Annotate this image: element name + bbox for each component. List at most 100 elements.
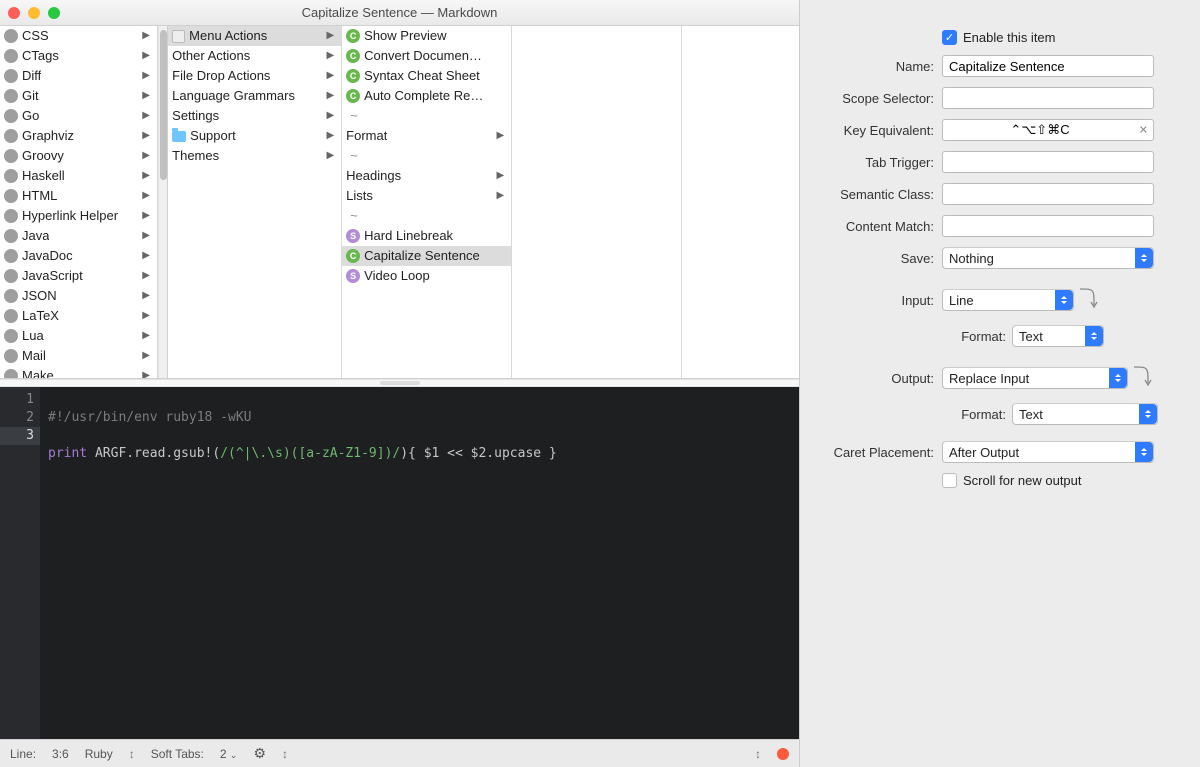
category-item[interactable]: Settings▶ [168,106,341,126]
list-item-label: HTML [22,188,57,204]
bundle-icon [4,229,18,243]
content-match-field[interactable] [942,215,1154,237]
scroll-new-output-label: Scroll for new output [963,473,1082,488]
list-item-label: Mail [22,348,46,364]
bundle-item[interactable]: Haskell▶ [0,166,157,186]
status-tabs-label: Soft Tabs: [151,747,204,761]
input-format-label: Format: [942,329,1012,344]
updown-icon[interactable] [755,747,761,761]
name-field[interactable] [942,55,1154,77]
gutter: 1 2 3 [0,387,40,739]
code-content[interactable]: #!/usr/bin/env ruby18 -wKU print ARGF.re… [48,391,795,481]
action-item[interactable]: Headings▶ [342,166,511,186]
action-item[interactable]: SVideo Loop [342,266,511,286]
input-format-select[interactable]: Text [1012,325,1104,347]
enable-item-checkbox[interactable]: ✓ Enable this item [942,30,1056,45]
bundle-item[interactable]: Make▶ [0,366,157,378]
bundle-icon [4,289,18,303]
bundle-item[interactable]: Hyperlink Helper ▶ [0,206,157,226]
snippet-icon: S [346,269,360,283]
bundle-item[interactable]: JavaDoc▶ [0,246,157,266]
chevron-right-icon: ▶ [142,48,153,64]
minimize-icon[interactable] [28,7,40,19]
chevron-right-icon: ▶ [142,288,153,304]
category-item[interactable]: Themes▶ [168,146,341,166]
list-item-label: Make [22,368,54,378]
list-item-label: LaTeX [22,308,59,324]
action-item[interactable]: CConvert Documen… [342,46,511,66]
output-format-select[interactable]: Text [1012,403,1158,425]
list-item-label: JavaScript [22,268,83,284]
action-item[interactable]: CAuto Complete Re… [342,86,511,106]
list-item-label: Java [22,228,49,244]
bundle-item[interactable]: Git▶ [0,86,157,106]
bundle-item[interactable]: Lua▶ [0,326,157,346]
bundle-item[interactable]: CSS▶ [0,26,157,46]
scope-selector-field[interactable] [942,87,1154,109]
chevron-right-icon: ▶ [142,308,153,324]
bundle-item[interactable]: Diff▶ [0,66,157,86]
list-item-label: Hyperlink Helper [22,208,118,224]
action-item[interactable]: Lists▶ [342,186,511,206]
action-item[interactable]: SHard Linebreak [342,226,511,246]
scrollbar[interactable] [158,26,168,378]
bundle-item[interactable]: Groovy▶ [0,146,157,166]
action-item[interactable]: Format▶ [342,126,511,146]
code-editor[interactable]: 1 2 3 #!/usr/bin/env ruby18 -wKU print A… [0,387,799,739]
bundle-item[interactable]: HTML▶ [0,186,157,206]
tab-trigger-field[interactable] [942,151,1154,173]
updown-icon[interactable] [129,747,135,761]
zoom-icon[interactable] [48,7,60,19]
category-item[interactable]: Menu Actions▶ [168,26,341,46]
bundle-item[interactable]: Mail▶ [0,346,157,366]
scroll-new-output-checkbox[interactable]: ✓ Scroll for new output [942,473,1082,488]
bundle-icon [4,369,18,378]
bundle-item[interactable]: Graphviz ▶ [0,126,157,146]
input-select[interactable]: Line [942,289,1074,311]
action-item[interactable]: CSyntax Cheat Sheet [342,66,511,86]
chevron-right-icon: ▶ [142,248,153,264]
bundle-item[interactable]: JavaScript▶ [0,266,157,286]
record-icon[interactable] [777,748,789,760]
status-bar: Line: 3:6 Ruby Soft Tabs: 2 ⌄ [0,739,799,767]
category-item[interactable]: Other Actions▶ [168,46,341,66]
clear-key-icon[interactable]: ✕ [1139,124,1148,137]
bundle-icon [4,309,18,323]
separator: ~ [342,106,511,126]
updown-icon[interactable] [282,747,288,761]
status-line-col[interactable]: 3:6 [52,747,69,761]
save-select[interactable]: Nothing [942,247,1154,269]
caret-placement-select[interactable]: After Output [942,441,1154,463]
action-item[interactable]: CShow Preview [342,26,511,46]
gear-icon[interactable] [253,745,266,762]
action-item[interactable]: CCapitalize Sentence [342,246,511,266]
titlebar: Capitalize Sentence — Markdown [0,0,799,26]
chevron-right-icon: ▶ [142,108,153,124]
chevron-right-icon: ▶ [142,208,153,224]
checkbox-icon[interactable]: ✓ [942,30,957,45]
close-icon[interactable] [8,7,20,19]
bundle-item[interactable]: JSON▶ [0,286,157,306]
bundle-item[interactable]: LaTeX ▶ [0,306,157,326]
list-item-label: Graphviz [22,128,74,144]
category-item[interactable]: Support▶ [168,126,341,146]
splitter-handle[interactable] [0,379,799,387]
checkbox-icon[interactable]: ✓ [942,473,957,488]
status-tabsize[interactable]: 2 ⌄ [220,747,238,761]
bundle-icon [4,69,18,83]
category-item[interactable]: File Drop Actions▶ [168,66,341,86]
status-language[interactable]: Ruby [85,747,113,761]
chevron-right-icon: ▶ [142,128,153,144]
bundle-item[interactable]: Go▶ [0,106,157,126]
key-equivalent-field[interactable] [942,119,1154,141]
category-item[interactable]: Language Grammars▶ [168,86,341,106]
chevron-right-icon: ▶ [326,28,337,44]
output-format-label: Format: [942,407,1012,422]
chevron-right-icon: ▶ [142,28,153,44]
output-select[interactable]: Replace Input [942,367,1128,389]
bundle-item[interactable]: Java▶ [0,226,157,246]
bundle-item[interactable]: CTags▶ [0,46,157,66]
list-item-label: Capitalize Sentence [364,248,480,264]
semantic-class-field[interactable] [942,183,1154,205]
scrollbar-thumb[interactable] [160,30,167,180]
